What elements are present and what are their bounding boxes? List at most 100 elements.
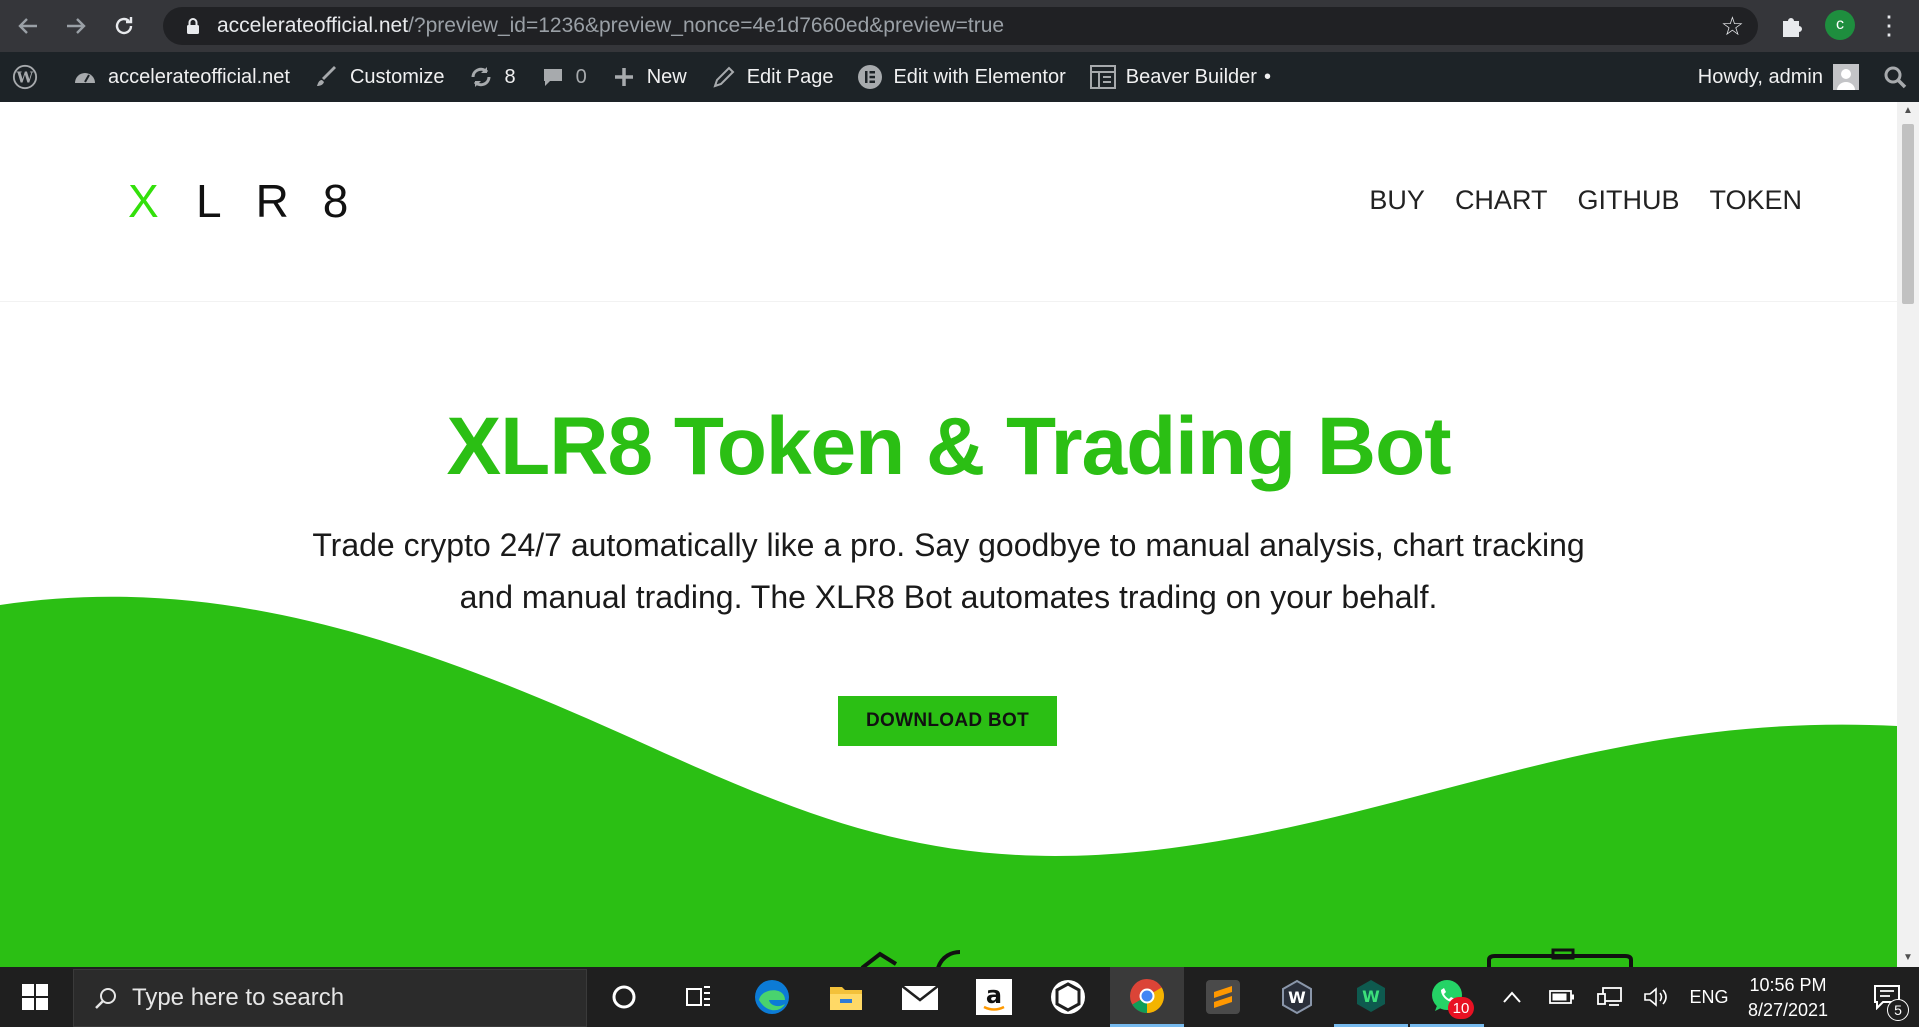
taskbar-mail[interactable] [883,967,957,1027]
elementor-icon [857,64,883,90]
edit-page-link[interactable]: Edit Page [699,52,846,102]
logo-text: LR8 [196,175,383,227]
dashboard-gauge-icon [72,64,98,90]
nav-buy[interactable]: BUY [1369,185,1425,216]
wp-admin-bar: W accelerateofficial.net Customize 8 0 N… [0,52,1919,102]
new-content-link[interactable]: New [599,52,699,102]
svg-text:a: a [986,981,1002,1009]
site-logo[interactable]: X LR8 [128,174,382,228]
cortana-button[interactable] [587,967,661,1027]
nav-github[interactable]: GITHUB [1577,185,1679,216]
beaver-builder-link[interactable]: Beaver Builder • [1078,52,1283,102]
paintbrush-icon [314,64,340,90]
wordpress-logo-icon: W [12,64,38,90]
taskbar-edge[interactable] [735,967,809,1027]
arrow-right-icon [67,18,86,34]
admin-bar-right: Howdy, admin [1686,52,1919,102]
reload-button[interactable] [104,6,144,46]
whatsapp-unread-badge: 10 [1448,997,1474,1019]
lock-icon [183,16,203,36]
taskbar-search-box[interactable]: Type here to search [73,969,587,1027]
chrome-browser-icon [1130,978,1164,1013]
download-bot-button[interactable]: DOWNLOAD BOT [838,696,1057,746]
task-view-icon [686,986,710,1006]
chevron-up-icon [1503,991,1521,1003]
browser-menu-icon[interactable]: ⋮ [1874,8,1904,42]
nav-chart[interactable]: CHART [1455,185,1548,216]
url-path: /?preview_id=1236&preview_nonce=4e1d7660… [408,14,1005,37]
taskbar-file-explorer[interactable] [809,967,883,1027]
taskbar-chrome[interactable] [1110,967,1184,1027]
network-monitor-icon [1597,987,1622,1006]
amazon-icon: a [976,979,1012,1015]
network-status[interactable] [1592,967,1628,1027]
battery-icon [1549,990,1574,1004]
customize-label: Customize [349,65,445,88]
logo-x: X [128,175,159,227]
sublime-text-icon [1206,980,1240,1014]
taskbar-app-hexagon[interactable] [1031,967,1105,1027]
hero-subtitle-line-1: Trade crypto 24/7 automatically like a p… [312,527,1585,563]
url-text: accelerateofficial.net/?preview_id=1236&… [217,14,1004,38]
w-app-dark-icon: W [1282,979,1312,1015]
edit-page-label: Edit Page [746,65,834,88]
search-icon [1884,66,1907,89]
updates-count: 8 [504,65,516,88]
cortana-circle-icon [612,985,636,1009]
feature-icons-peek [860,950,961,967]
speaker-volume-icon [1644,987,1667,1007]
page-viewport: X LR8 BUY CHART GITHUB TOKEN XLR8 Token … [0,102,1897,967]
account-menu[interactable]: Howdy, admin [1686,52,1871,102]
address-bar[interactable]: accelerateofficial.net/?preview_id=1236&… [163,7,1758,45]
taskbar-amazon[interactable]: a [957,967,1031,1027]
site-name-link[interactable]: accelerateofficial.net [60,52,302,102]
bookmark-star-icon[interactable]: ☆ [1721,11,1744,42]
howdy-label: Howdy, admin [1697,65,1823,88]
svg-text:W: W [1288,988,1306,1007]
page-scrollbar[interactable]: ▲ ▼ [1897,102,1919,967]
site-name-label: accelerateofficial.net [108,65,290,88]
site-header: X LR8 BUY CHART GITHUB TOKEN [0,102,1897,302]
taskbar-clock[interactable]: 10:56 PM 8/27/2021 [1738,973,1838,1023]
admin-search-button[interactable] [1871,52,1919,102]
hero-subtitle-line-2: and manual trading. The XLR8 Bot automat… [459,579,1438,615]
clock-time: 10:56 PM [1749,975,1827,995]
plus-icon [611,64,637,90]
updates-link[interactable]: 8 [456,52,527,102]
volume-control[interactable] [1638,967,1674,1027]
hero-title: XLR8 Token & Trading Bot [446,401,1451,492]
taskbar-whatsapp[interactable]: 10 [1410,967,1484,1027]
pencil-icon [711,64,737,90]
input-language[interactable]: ENG [1684,967,1734,1027]
scroll-down-arrow-icon[interactable]: ▼ [1897,949,1919,967]
back-button[interactable] [8,6,48,46]
taskbar-search-placeholder: Type here to search [132,984,345,1011]
forward-button[interactable] [56,6,96,46]
browser-toolbar: accelerateofficial.net/?preview_id=1236&… [0,0,1919,52]
nav-token[interactable]: TOKEN [1709,185,1802,216]
profile-avatar[interactable]: c [1825,10,1855,40]
windows-taskbar: Type here to search a W W 10 ENG 10:56 P… [0,967,1919,1027]
extensions-puzzle-icon[interactable] [1777,11,1807,41]
start-button[interactable] [0,967,70,1027]
arrow-left-icon [18,18,37,34]
comments-link[interactable]: 0 [528,52,599,102]
scroll-up-arrow-icon[interactable]: ▲ [1897,102,1919,120]
wordpress-logo-button[interactable]: W [0,52,60,102]
edit-elementor-link[interactable]: Edit with Elementor [845,52,1077,102]
battery-status[interactable] [1544,967,1580,1027]
taskbar-sublime[interactable] [1186,967,1260,1027]
taskbar-app-w-dark[interactable]: W [1260,967,1334,1027]
updates-refresh-icon [468,64,494,90]
scroll-thumb[interactable] [1902,124,1914,304]
edit-elementor-label: Edit with Elementor [893,65,1066,88]
show-hidden-icons-button[interactable] [1497,967,1527,1027]
action-center-button[interactable]: 5 [1855,967,1919,1027]
task-view-button[interactable] [661,967,735,1027]
taskbar-app-w-green[interactable]: W [1334,967,1408,1027]
search-magnifier-icon [95,988,116,1009]
beaver-builder-label: Beaver Builder [1125,65,1257,88]
customize-link[interactable]: Customize [302,52,456,102]
beaver-builder-layout-icon [1089,64,1116,90]
notification-count: 5 [1887,999,1909,1021]
